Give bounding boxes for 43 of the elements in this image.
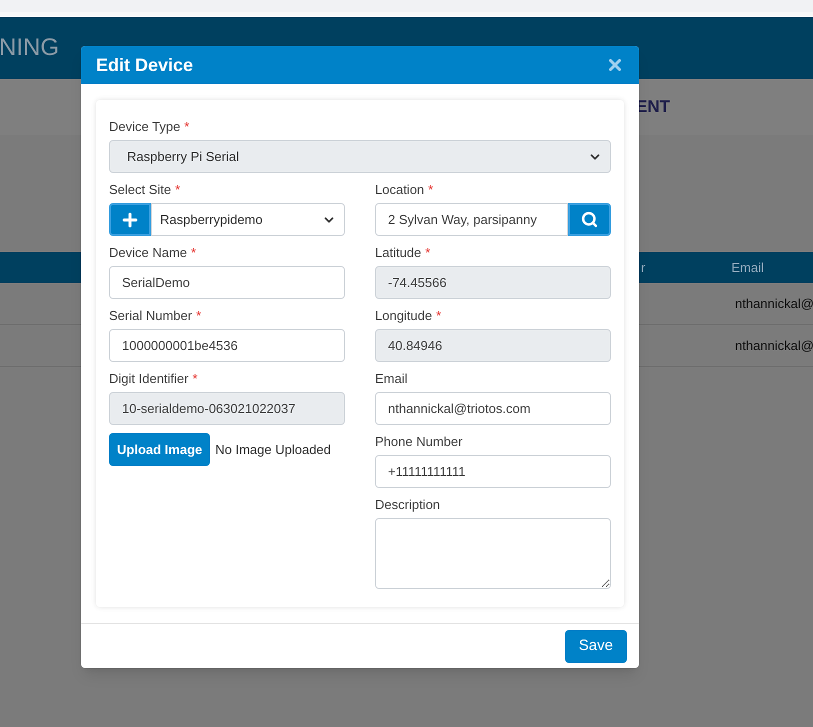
field-label: Device Type: [109, 118, 180, 136]
search-button[interactable]: [568, 203, 611, 236]
column-header: r: [641, 258, 646, 277]
input-field[interactable]: 40.84946: [375, 329, 611, 362]
close-icon[interactable]: [606, 56, 624, 74]
dialog-title: Edit Device: [96, 54, 194, 76]
field-label: Phone Number: [375, 433, 462, 452]
field-label: Email: [375, 370, 408, 388]
device-type-select[interactable]: Raspberry Pi Serial: [109, 140, 611, 173]
column-header: Email: [731, 258, 764, 277]
plus-icon: [120, 210, 140, 230]
upload-status: No Image Uploaded: [215, 440, 331, 459]
field-label: Longitude: [375, 307, 432, 326]
field-label: Device Name: [109, 244, 188, 262]
required-mark: *: [428, 181, 434, 200]
input-field[interactable]: +11111111111: [375, 455, 611, 488]
save-button[interactable]: Save: [564, 630, 627, 662]
required-mark: *: [184, 118, 190, 136]
field-label: Description: [375, 496, 440, 514]
field-label: Location: [375, 181, 424, 200]
input-field[interactable]: nthannickal@triotos.com: [375, 392, 611, 425]
field-label: Serial Number: [109, 307, 192, 326]
required-mark: *: [192, 370, 198, 388]
table-cell-text: nthannickal@: [735, 294, 813, 313]
required-mark: *: [191, 244, 196, 262]
required-mark: *: [425, 244, 430, 262]
required-mark: *: [196, 307, 202, 326]
app-title: NING: [0, 33, 59, 63]
upload-image-button[interactable]: Upload Image: [109, 433, 210, 466]
add-button[interactable]: [109, 203, 151, 236]
required-mark: *: [436, 307, 442, 326]
input-field[interactable]: 2 Sylvan Way, parsipanny: [375, 203, 568, 236]
table-cell-text: nthannickal@: [735, 336, 813, 355]
input-field[interactable]: 1000000001be4536: [109, 329, 345, 362]
field-label: Select Site: [109, 181, 172, 200]
field-label: Latitude: [375, 244, 422, 262]
input-field[interactable]: -74.45566: [375, 266, 611, 299]
field-label: Digit Identifier: [109, 370, 188, 388]
search-icon: [581, 211, 598, 228]
required-mark: *: [175, 181, 180, 200]
site-select[interactable]: Raspberrypidemo: [151, 203, 345, 236]
input-field[interactable]: 10-serialdemo-063021022037: [109, 392, 345, 425]
input-field[interactable]: SerialDemo: [109, 266, 345, 299]
